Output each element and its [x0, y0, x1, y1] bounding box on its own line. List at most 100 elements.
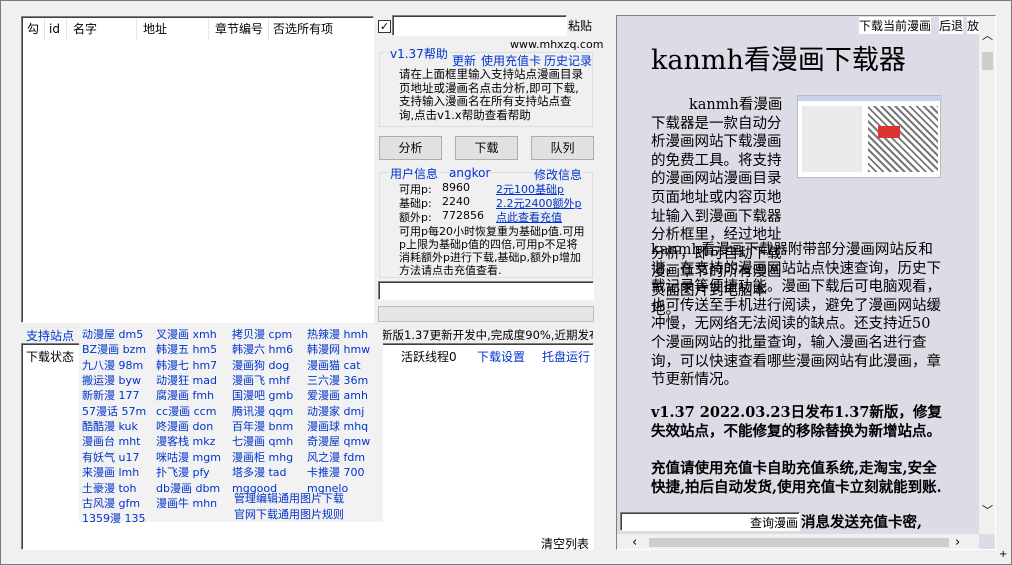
site-link[interactable]: 百年漫 bnm — [232, 419, 293, 434]
site-link[interactable]: 动漫家 dmj — [307, 404, 364, 419]
site-link[interactable]: 叉漫画 xmh — [156, 327, 217, 342]
intro-paragraph-2: kanmh看漫画下载器附带部分漫画网站反和谐，在支持的漫画网站站点快速查询，历史… — [651, 242, 941, 389]
site-link[interactable]: 扑飞漫 pfy — [156, 465, 210, 480]
analyze-button[interactable]: 分析 — [379, 136, 442, 160]
download-current-link[interactable]: 下载当前漫画 — [859, 17, 932, 34]
progress-bar — [378, 306, 594, 322]
site-link[interactable]: 漫画飞 mhf — [232, 373, 290, 388]
site-link[interactable]: 来漫画 lmh — [82, 465, 139, 480]
site-link[interactable]: 热辣漫 hmh — [307, 327, 368, 342]
site-link[interactable]: 新新漫 177 — [82, 388, 140, 403]
site-link[interactable]: 卡推漫 700 — [307, 465, 365, 480]
site-link[interactable]: 1359漫 135 — [82, 511, 146, 526]
base-p-value: 2240 — [442, 195, 470, 208]
site-link[interactable]: 塔多漫 tad — [232, 465, 287, 480]
site-link[interactable]: 腾讯漫 qqm — [232, 404, 293, 419]
site-link[interactable]: 爱漫画 amh — [307, 388, 368, 403]
view-recharge-link[interactable]: 点此查看充值 — [496, 209, 562, 225]
site-link[interactable]: 韩漫六 hm6 — [232, 342, 293, 357]
site-link[interactable]: cc漫画 ccm — [156, 404, 216, 419]
site-link[interactable]: 三六漫 36m — [307, 373, 368, 388]
site-link[interactable]: 韩漫网 hmw — [307, 342, 370, 357]
site-link[interactable]: 漫画球 mhq — [307, 419, 368, 434]
site-link[interactable]: 搬运漫 byw — [82, 373, 141, 388]
site-link[interactable]: 动漫屋 dm5 — [82, 327, 143, 342]
col-chapter-no[interactable]: 章节编号 — [211, 18, 269, 40]
news-send-card: 消息发送充值卡密, — [801, 514, 923, 531]
site-link[interactable]: BZ漫画 bzm — [82, 342, 146, 357]
p-usage-note: 可用p每20小时恢复重为基础p值.可用p上限为基础p值的四倍,可用p不足将消耗额… — [399, 225, 585, 277]
screenshot-thumbnail — [797, 95, 942, 178]
download-button[interactable]: 下载 — [455, 136, 518, 160]
site-link[interactable]: 七漫画 qmh — [232, 434, 293, 449]
site-link[interactable]: 古风漫 gfm — [82, 496, 140, 511]
col-address[interactable]: 地址 — [139, 18, 209, 40]
url-input[interactable] — [392, 15, 567, 36]
col-id[interactable]: id — [45, 18, 67, 40]
search-comic-button[interactable]: 查询漫画 — [750, 514, 799, 531]
extra-p-value: 772856 — [442, 209, 484, 222]
site-link[interactable]: 酷酷漫 kuk — [82, 419, 138, 434]
help-text: 请在上面框里输入支持站点漫画目录页地址或漫画名点击分析,即可下载,支持输入漫画名… — [399, 67, 583, 122]
news-recharge: 充值请使用充值卡自助充值系统,走淘宝,安全快捷,拍后自动发货,使用充值卡立刻就能… — [651, 460, 942, 496]
site-link[interactable]: 57漫话 57m — [82, 404, 146, 419]
user-info-title: 用户信息 — [389, 165, 440, 182]
help-group-title[interactable]: v1.37帮助 — [389, 45, 449, 62]
site-link[interactable]: 九八漫 98m — [82, 358, 143, 373]
col-name[interactable]: 名字 — [69, 18, 137, 40]
domain-label: www.mhxzq.com — [510, 38, 604, 51]
supported-sites-label[interactable]: 支持站点 — [26, 327, 74, 344]
col-check[interactable]: 勾 — [23, 18, 45, 40]
comic-list-table[interactable]: 勾 id 名字 地址 章节编号 否选所有项 — [21, 16, 374, 323]
col-select-all[interactable]: 否选所有项 — [269, 18, 339, 40]
browser-pane[interactable]: 下载当前漫画 后退 放大 kanmh看漫画下载器 kanmh看漫画下载器是一款自… — [616, 15, 996, 550]
queue-button[interactable]: 队列 — [531, 136, 594, 160]
site-link[interactable]: 漫画牛 mhn — [156, 496, 217, 511]
list-header: 勾 id 名字 地址 章节编号 否选所有项 — [23, 18, 372, 42]
site-link[interactable]: 奇漫屋 qmw — [307, 434, 370, 449]
site-link[interactable]: 咚漫画 don — [156, 419, 213, 434]
help-group: v1.37帮助 更新 使用充值卡 历史记录 请在上面框里输入支持站点漫画目录页地… — [379, 45, 593, 127]
page-title: kanmh看漫画下载器 — [651, 45, 906, 76]
scroll-up-icon[interactable]: ︿ — [982, 27, 993, 43]
back-link[interactable]: 后退 — [939, 17, 964, 34]
scroll-thumb[interactable] — [982, 52, 993, 70]
site-link[interactable]: 国漫吧 gmb — [232, 388, 293, 403]
download-status-label: 下载状态 — [26, 350, 75, 364]
site-link[interactable]: 风之漫 fdm — [307, 450, 365, 465]
download-settings-link[interactable]: 下载设置 — [477, 348, 525, 365]
status-input[interactable] — [378, 281, 594, 300]
clear-list-button[interactable]: 清空列表 — [541, 535, 589, 552]
manage-image-download-link[interactable]: 管理编辑通用图片下载 — [234, 491, 344, 506]
username: angkor — [449, 166, 491, 180]
scroll-right-icon[interactable]: › — [955, 535, 960, 549]
tray-run-link[interactable]: 托盘运行 — [542, 348, 590, 365]
browser-vscrollbar[interactable]: ︿ ﹀ — [979, 16, 995, 534]
site-link[interactable]: 咪咕漫 mgm — [156, 450, 221, 465]
site-link[interactable]: 腐漫画 fmh — [156, 388, 214, 403]
enable-checkbox[interactable]: ✓ — [378, 20, 391, 33]
browser-hscrollbar[interactable]: ‹ › — [617, 534, 979, 549]
available-p-value: 8960 — [442, 181, 470, 194]
site-link[interactable]: 拷贝漫 cpm — [232, 327, 292, 342]
site-link[interactable]: 漫画柜 mhg — [232, 450, 293, 465]
site-link[interactable]: 动漫狂 mad — [156, 373, 217, 388]
site-link[interactable]: 漫画狗 dog — [232, 358, 289, 373]
site-link[interactable]: 漫画猫 cat — [307, 358, 361, 373]
site-link[interactable]: 韩漫七 hm7 — [156, 358, 217, 373]
extra-p-label: 额外p: — [399, 211, 432, 224]
site-link[interactable]: 漫画台 mht — [82, 434, 141, 449]
scroll-down-icon[interactable]: ﹀ — [982, 502, 993, 518]
site-link[interactable]: 韩漫五 hm5 — [156, 342, 217, 357]
paste-button[interactable]: 粘贴 — [568, 17, 592, 34]
scroll-left-icon[interactable]: ‹ — [632, 535, 637, 549]
resize-grip-icon[interactable]: + — [999, 549, 1007, 560]
site-link[interactable]: 土豪漫 toh — [82, 481, 137, 496]
sites-panel: 动漫屋 dm5 BZ漫画 bzm 九八漫 98m 搬运漫 byw 新新漫 177 57漫话… — [79, 324, 383, 525]
hscroll-thumb[interactable] — [649, 538, 949, 547]
official-image-rules-link[interactable]: 官网下载通用图片规则 — [234, 507, 344, 522]
news-release: v1.37 2022.03.23日发布1.37新版，修复失效站点，不能修复的移除… — [651, 404, 942, 440]
site-link[interactable]: 漫客栈 mkz — [156, 434, 215, 449]
site-link[interactable]: db漫画 dbm — [156, 481, 220, 496]
site-link[interactable]: 有妖气 u17 — [82, 450, 139, 465]
